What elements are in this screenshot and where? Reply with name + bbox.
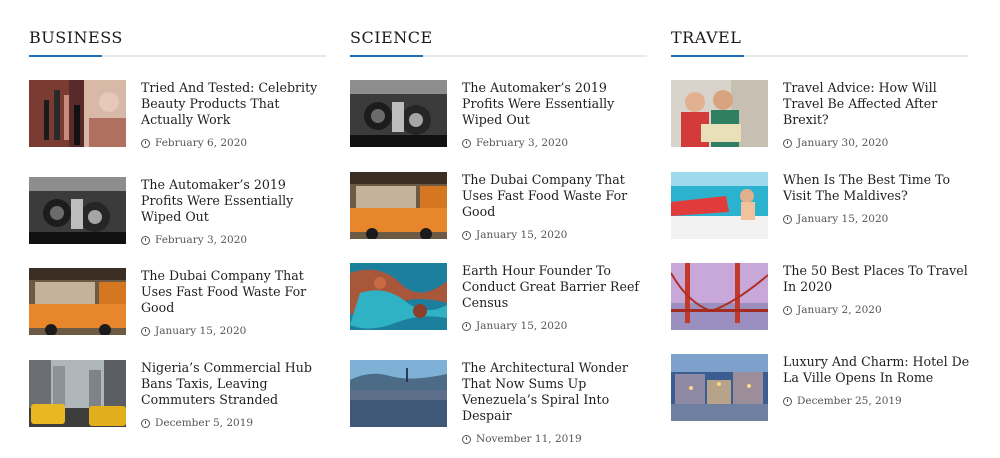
post-thumbnail-makeup-brushes[interactable] (29, 80, 126, 147)
post-date-text: January 15, 2020 (476, 320, 568, 332)
post-thumbnail-city-hills[interactable] (350, 360, 447, 427)
post-title[interactable]: The 50 Best Places To Travel In 2020 (783, 263, 970, 295)
clock-icon (141, 236, 150, 245)
post-date: December 5, 2019 (141, 417, 328, 430)
post-date: January 15, 2020 (141, 325, 328, 338)
post-date: February 3, 2020 (462, 137, 649, 150)
clock-icon (462, 435, 471, 444)
post-date-text: November 11, 2019 (476, 433, 582, 445)
post-title[interactable]: Travel Advice: How Will Travel Be Affect… (783, 80, 970, 128)
post-date-text: January 30, 2020 (797, 137, 889, 149)
post-thumbnail-rome-night[interactable] (671, 354, 768, 421)
post-title[interactable]: The Architectural Wonder That Now Sums U… (462, 360, 649, 424)
post-date: November 11, 2019 (462, 433, 649, 446)
column-accent-underline (350, 55, 423, 57)
post-date-text: February 3, 2020 (155, 234, 248, 246)
post-date: January 15, 2020 (783, 213, 970, 226)
post-date-text: February 3, 2020 (476, 137, 569, 149)
column-title[interactable]: SCIENCE (350, 28, 433, 48)
post-date-text: January 15, 2020 (797, 213, 889, 225)
post-title[interactable]: Luxury And Charm: Hotel De La Ville Open… (783, 354, 970, 386)
post-date-text: February 6, 2020 (155, 137, 248, 149)
post-date-text: January 15, 2020 (476, 229, 568, 241)
post-title[interactable]: The Dubai Company That Uses Fast Food Wa… (141, 268, 328, 316)
post-date-text: January 2, 2020 (797, 304, 882, 316)
post-date-text: January 15, 2020 (155, 325, 247, 337)
clock-icon (783, 215, 792, 224)
clock-icon (141, 327, 150, 336)
column-header: BUSINESS (29, 28, 326, 57)
clock-icon (462, 322, 471, 331)
clock-icon (141, 419, 150, 428)
post-title[interactable]: The Automaker’s 2019 Profits Were Essent… (462, 80, 649, 128)
post-date: February 3, 2020 (141, 234, 328, 247)
column-travel: TRAVEL Travel Advice: How Will Travel Be… (671, 28, 969, 421)
post-thumbnail-car-engine[interactable] (29, 177, 126, 244)
post-thumbnail-tourists-map[interactable] (671, 80, 768, 147)
post-thumbnail-golden-gate[interactable] (671, 263, 768, 330)
post-date: January 15, 2020 (462, 320, 649, 333)
post-thumbnail-city-taxis[interactable] (29, 360, 126, 427)
post-thumbnail-food-truck[interactable] (350, 172, 447, 239)
column-header: TRAVEL (671, 28, 968, 57)
post-thumbnail-reef-aerial[interactable] (350, 263, 447, 330)
post-title[interactable]: Nigeria’s Commercial Hub Bans Taxis, Lea… (141, 360, 328, 408)
clock-icon (462, 139, 471, 148)
column-science: SCIENCE The Automaker’s 2019 Profits Wer… (350, 28, 647, 445)
post-title[interactable]: Tried And Tested: Celebrity Beauty Produ… (141, 80, 328, 128)
clock-icon (141, 139, 150, 148)
post-title[interactable]: The Automaker’s 2019 Profits Were Essent… (141, 177, 328, 225)
post-date: January 2, 2020 (783, 304, 970, 317)
clock-icon (783, 139, 792, 148)
column-header: SCIENCE (350, 28, 647, 57)
post-date: January 30, 2020 (783, 137, 970, 150)
post-date: January 15, 2020 (462, 229, 649, 242)
post-title[interactable]: The Dubai Company That Uses Fast Food Wa… (462, 172, 649, 220)
post-title[interactable]: Earth Hour Founder To Conduct Great Barr… (462, 263, 649, 311)
post-date-text: December 25, 2019 (797, 395, 902, 407)
column-accent-underline (671, 55, 744, 57)
post-date: February 6, 2020 (141, 137, 328, 150)
post-date: December 25, 2019 (783, 395, 970, 408)
post-thumbnail-boat-beach[interactable] (671, 172, 768, 239)
clock-icon (783, 306, 792, 315)
clock-icon (462, 231, 471, 240)
post-thumbnail-car-engine[interactable] (350, 80, 447, 147)
post-date-text: December 5, 2019 (155, 417, 254, 429)
clock-icon (783, 397, 792, 406)
column-accent-underline (29, 55, 102, 57)
post-thumbnail-food-truck[interactable] (29, 268, 126, 335)
category-grid: BUSINESS Tried And Tested: Celebrity Bea… (0, 0, 1000, 458)
column-title[interactable]: BUSINESS (29, 28, 123, 48)
column-business: BUSINESS Tried And Tested: Celebrity Bea… (29, 28, 326, 429)
column-title[interactable]: TRAVEL (671, 28, 741, 48)
post-title[interactable]: When Is The Best Time To Visit The Maldi… (783, 172, 970, 204)
